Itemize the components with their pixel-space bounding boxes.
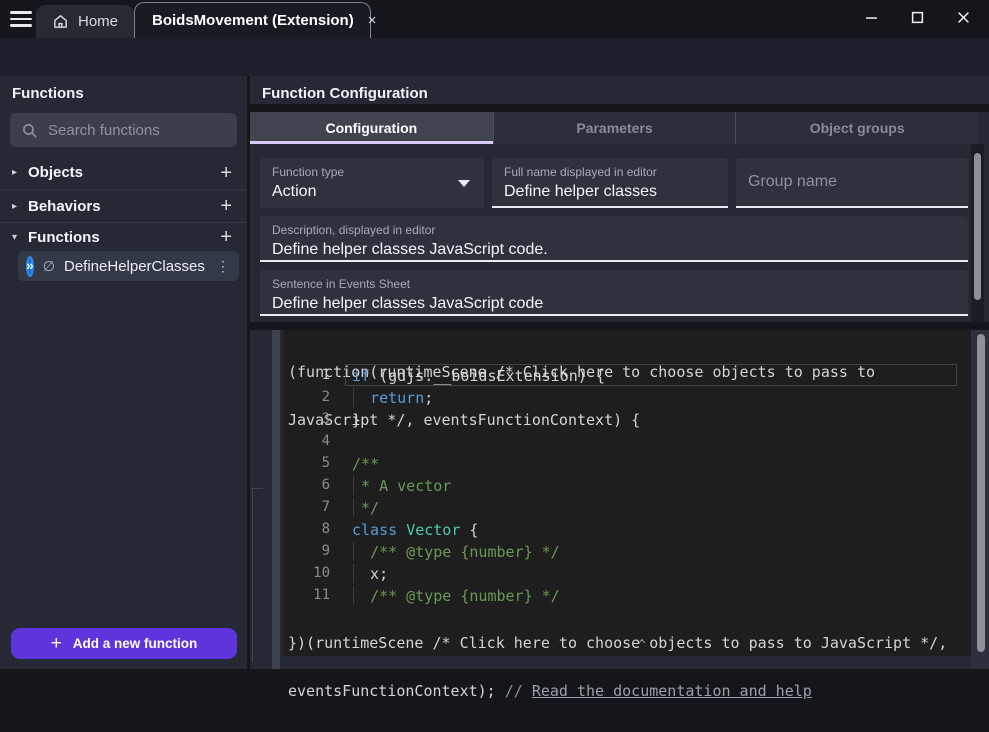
- tab-parameters[interactable]: Parameters: [493, 112, 736, 144]
- sentence-field[interactable]: Sentence in Events Sheet: [260, 270, 968, 316]
- full-name-field[interactable]: Full name displayed in editor: [492, 158, 728, 208]
- code-footer-line2: eventsFunctionContext); // Read the docu…: [288, 683, 947, 699]
- code-text: /** @type {number} */: [352, 543, 560, 561]
- function-item-definehelperclasses[interactable]: » ∅ DefineHelperClasses ⋮: [18, 251, 239, 281]
- window-minimize-button[interactable]: [856, 6, 886, 28]
- function-type-label: Function type: [272, 165, 472, 179]
- add-behavior-button[interactable]: +: [217, 196, 235, 216]
- code-text: /**: [352, 455, 379, 473]
- chevron-right-icon: ▸: [12, 201, 28, 212]
- add-new-function-button[interactable]: + Add a new function: [11, 628, 237, 659]
- group-name-field[interactable]: [736, 158, 968, 208]
- code-text: x;: [352, 565, 388, 583]
- function-item-label: DefineHelperClasses: [64, 258, 205, 275]
- main-menu-icon[interactable]: [10, 11, 32, 27]
- code-line-3[interactable]: 3}: [283, 408, 971, 430]
- code-text: }: [352, 411, 361, 429]
- code-line-4[interactable]: 4: [283, 430, 971, 452]
- sidebar-section-functions[interactable]: ▾ Functions +: [0, 222, 247, 251]
- code-line-7[interactable]: 7 */: [283, 496, 971, 518]
- code-bottom-strip: [283, 656, 971, 669]
- full-name-label: Full name displayed in editor: [504, 165, 716, 179]
- tab-object-groups[interactable]: Object groups: [735, 112, 978, 144]
- js-function-icon: »: [26, 256, 34, 277]
- code-text: */: [352, 499, 379, 517]
- home-icon: [52, 13, 69, 30]
- search-functions-input[interactable]: [48, 122, 247, 139]
- add-new-function-label: Add a new function: [73, 636, 198, 651]
- group-name-input[interactable]: [748, 158, 956, 206]
- scroll-hint-caret: ^: [638, 638, 646, 653]
- tab-close-icon[interactable]: ×: [368, 13, 377, 28]
- line-number: 7: [283, 499, 330, 515]
- toolbar: Preview Share: [0, 38, 989, 76]
- sentence-input[interactable]: [272, 295, 956, 313]
- event-nesting-guide: [252, 488, 263, 662]
- tab-configuration[interactable]: Configuration: [250, 112, 493, 144]
- sidebar-title: Functions: [0, 76, 247, 111]
- plus-icon: +: [51, 634, 62, 653]
- code-line-8[interactable]: 8 class Vector {: [283, 518, 971, 540]
- code-line-10[interactable]: 10 x;: [283, 562, 971, 584]
- full-name-input[interactable]: [504, 183, 716, 201]
- functions-sidebar: Functions ▸ Objects + ▸ Behaviors + ▾ Fu…: [0, 76, 247, 669]
- function-configuration-panel: Function Configuration Configuration Par…: [250, 76, 989, 669]
- line-number: 8: [283, 521, 330, 537]
- section-label: Behaviors: [28, 198, 217, 215]
- sidebar-section-objects[interactable]: ▸ Objects +: [0, 156, 247, 189]
- line-number: 9: [283, 543, 330, 559]
- window-tab-bar: Home BoidsMovement (Extension) ×: [0, 0, 989, 38]
- private-icon: ∅: [43, 258, 55, 275]
- documentation-link[interactable]: Read the documentation and help: [532, 682, 812, 700]
- tab-home-label: Home: [78, 13, 118, 30]
- line-number: 3: [283, 411, 330, 427]
- divider: [250, 322, 989, 330]
- section-label: Objects: [28, 164, 217, 181]
- description-field[interactable]: Description, displayed in editor: [260, 216, 968, 262]
- line-number: 11: [283, 587, 330, 603]
- line-number: 10: [283, 565, 330, 581]
- section-label: Functions: [28, 229, 217, 246]
- chevron-right-icon: ▸: [12, 167, 28, 178]
- tab-home[interactable]: Home: [36, 5, 134, 38]
- sidebar-section-behaviors[interactable]: ▸ Behaviors +: [0, 189, 247, 222]
- code-text: * A vector: [352, 477, 451, 495]
- code-line-6[interactable]: 6 * A vector: [283, 474, 971, 496]
- code-text: return;: [352, 389, 433, 407]
- configuration-tabs: Configuration Parameters Object groups: [250, 112, 978, 144]
- line-number: 1: [283, 367, 330, 383]
- description-input[interactable]: [272, 241, 956, 259]
- code-line-9[interactable]: 9 /** @type {number} */: [283, 540, 971, 562]
- form-scrollbar-thumb[interactable]: [974, 153, 981, 300]
- code-text: if (gdjs.__boidsExtension) {: [352, 367, 605, 385]
- window-close-button[interactable]: [948, 6, 978, 28]
- line-number: 5: [283, 455, 330, 471]
- line-number: 4: [283, 433, 330, 449]
- search-functions-field[interactable]: [10, 113, 237, 147]
- divider: [250, 104, 989, 112]
- events-scrollbar-left[interactable]: [272, 330, 280, 669]
- item-menu-icon[interactable]: ⋮: [214, 258, 232, 275]
- function-type-value: Action: [272, 183, 472, 201]
- window-maximize-button[interactable]: [902, 6, 932, 28]
- chevron-down-icon: ▾: [12, 232, 28, 243]
- add-object-button[interactable]: +: [217, 163, 235, 183]
- code-line-2[interactable]: 2 return;: [283, 386, 971, 408]
- code-footer-line1: })(runtimeScene /* Click here to choose …: [288, 635, 947, 651]
- add-function-quick-button[interactable]: +: [217, 227, 235, 247]
- line-number: 2: [283, 389, 330, 405]
- code-scrollbar-thumb[interactable]: [977, 334, 985, 652]
- line-number: 6: [283, 477, 330, 493]
- description-label: Description, displayed in editor: [272, 223, 956, 237]
- tab-boidsmovement-label: BoidsMovement (Extension): [152, 12, 354, 29]
- dropdown-caret-icon: [458, 180, 470, 187]
- javascript-code-editor[interactable]: (function(runtimeScene /* Click here to …: [283, 330, 971, 656]
- code-line-5[interactable]: 5 /**: [283, 452, 971, 474]
- function-type-select[interactable]: Function type Action: [260, 158, 484, 208]
- tab-boidsmovement[interactable]: BoidsMovement (Extension) ×: [134, 2, 371, 38]
- code-line-1[interactable]: 1 if (gdjs.__boidsExtension) {: [283, 364, 971, 386]
- sentence-label: Sentence in Events Sheet: [272, 277, 956, 291]
- code-text: class Vector {: [352, 521, 478, 539]
- search-icon: [21, 122, 38, 139]
